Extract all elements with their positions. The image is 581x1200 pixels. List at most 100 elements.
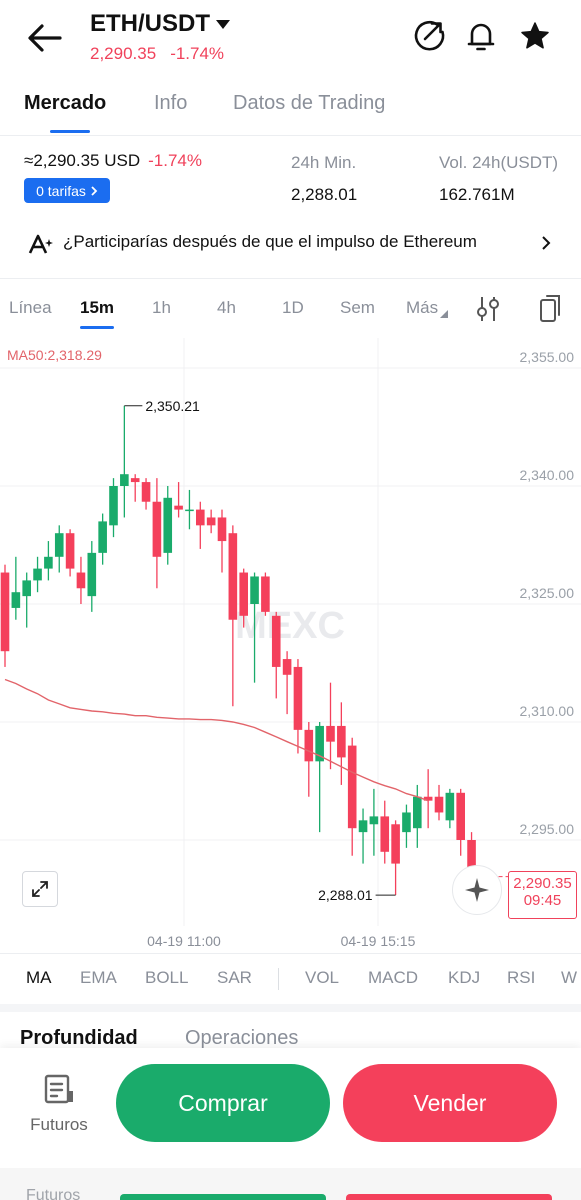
- indicator-kdj[interactable]: KDJ: [448, 968, 480, 988]
- sparkle-icon: [465, 878, 489, 902]
- indicator-boll[interactable]: BOLL: [145, 968, 188, 988]
- buy-button-ghost: [120, 1194, 326, 1200]
- futures-label: Futuros: [30, 1115, 88, 1134]
- watermark-text: MEXC: [235, 605, 345, 647]
- sliders-icon: [477, 297, 499, 321]
- interval-mas[interactable]: Más: [406, 298, 449, 318]
- candle-body: [22, 580, 31, 597]
- interval-4h[interactable]: 4h: [217, 298, 236, 318]
- price-chart[interactable]: MEXC 2,355.00 2,340.00 2,325.00 2,310.00 2,29…: [0, 338, 581, 953]
- buy-button[interactable]: Comprar: [116, 1064, 330, 1142]
- candle-body: [456, 792, 465, 840]
- candle-body: [109, 486, 118, 526]
- volume-label: Vol. 24h(USDT): [439, 153, 559, 172]
- divider: [278, 968, 279, 990]
- tab-operaciones[interactable]: Operaciones: [185, 1027, 298, 1050]
- share-button[interactable]: [412, 18, 446, 52]
- fee-badge[interactable]: 0 tarifas: [24, 178, 110, 203]
- tab-datos-de-trading[interactable]: Datos de Trading: [233, 92, 385, 115]
- interval-1h[interactable]: 1h: [152, 298, 171, 318]
- last-price-value: 2,290.35: [513, 875, 572, 892]
- interval-1d[interactable]: 1D: [282, 298, 304, 318]
- arrow-left-icon: [28, 24, 62, 52]
- candle-body: [196, 509, 205, 526]
- candle-body: [380, 816, 390, 852]
- back-button[interactable]: [24, 20, 64, 56]
- candle-body: [293, 666, 303, 730]
- interval-sem[interactable]: Sem: [340, 298, 375, 318]
- y-axis-tick-label: 2,355.00: [520, 349, 575, 365]
- candle-body: [11, 592, 21, 608]
- low-label: 24h Min.: [291, 153, 357, 172]
- indicator-vol[interactable]: VOL: [305, 968, 339, 988]
- chevron-right-icon: [542, 236, 551, 250]
- indicator-rsi[interactable]: RSI: [507, 968, 535, 988]
- candle-body: [445, 792, 455, 821]
- expand-chart-button[interactable]: [22, 871, 58, 907]
- tab-profundidad[interactable]: Profundidad: [20, 1027, 138, 1050]
- indicator-ema[interactable]: EMA: [80, 968, 117, 988]
- pair-selector[interactable]: ETH/USDT: [90, 10, 230, 38]
- indicator-settings-button[interactable]: [475, 295, 501, 323]
- candle-body: [44, 556, 53, 569]
- candle-body: [152, 501, 162, 557]
- candle-body: [54, 533, 64, 557]
- ma50-line: [4, 678, 429, 802]
- candle-body: [163, 497, 173, 553]
- chevron-right-icon: [91, 185, 98, 196]
- alerts-button[interactable]: [466, 19, 496, 53]
- divider: [0, 135, 581, 136]
- candle-body: [87, 552, 97, 597]
- interval-mas-label: Más: [406, 298, 439, 317]
- futures-label-ghost: Futuros: [26, 1187, 81, 1200]
- candle-body: [337, 725, 346, 758]
- candle-body: [98, 521, 107, 553]
- x-axis-tick-label: 04-19 15:15: [341, 933, 416, 949]
- indicator-w[interactable]: W: [561, 968, 577, 988]
- indicator-macd[interactable]: MACD: [368, 968, 418, 988]
- caret-down-icon: [216, 19, 230, 29]
- interval-linea[interactable]: Línea: [9, 298, 52, 318]
- favorite-button[interactable]: [519, 20, 551, 52]
- rotate-screen-button[interactable]: [538, 294, 562, 324]
- candle-body: [271, 615, 281, 667]
- tab-mercado[interactable]: Mercado: [24, 92, 106, 115]
- candle-body: [402, 812, 411, 833]
- news-banner[interactable]: ¿Participarías después de que el impulso…: [0, 216, 581, 270]
- sell-button[interactable]: Vender: [343, 1064, 557, 1142]
- candle-body: [185, 509, 194, 512]
- ai-assistant-button[interactable]: [452, 865, 502, 915]
- candle-body: [391, 824, 400, 864]
- approx-change: -1.74%: [148, 151, 202, 170]
- low-value: 2,288.01: [291, 185, 358, 204]
- divider: [0, 278, 581, 279]
- divider: [0, 953, 581, 954]
- fee-label: 0 tarifas: [36, 182, 86, 199]
- candle-body: [326, 725, 335, 742]
- candle-body: [141, 482, 151, 502]
- candle-body: [261, 576, 270, 612]
- ai-logo-icon: [28, 234, 53, 254]
- star-icon: [521, 22, 549, 49]
- futures-document-icon: [44, 1074, 73, 1104]
- candle-body: [76, 572, 86, 589]
- expand-icon: [32, 881, 48, 897]
- news-text: ¿Participarías después de que el impulso…: [63, 232, 477, 251]
- candle-body: [174, 505, 183, 510]
- corner-triangle-icon: [440, 310, 449, 318]
- candle-body: [120, 474, 129, 486]
- futures-button[interactable]: Futuros: [24, 1074, 94, 1138]
- tab-info[interactable]: Info: [154, 92, 187, 115]
- candle-body: [347, 745, 357, 829]
- last-price-tag: 2,290.35 09:45: [508, 871, 577, 919]
- candle-body: [304, 729, 314, 762]
- indicator-sar[interactable]: SAR: [217, 968, 252, 988]
- candle-body: [0, 572, 10, 652]
- candle-body: [434, 796, 444, 813]
- header-change: -1.74%: [170, 44, 225, 63]
- candle-body: [130, 478, 140, 483]
- share-arrow-icon: [414, 20, 445, 51]
- indicator-ma[interactable]: MA: [26, 968, 52, 988]
- interval-15m[interactable]: 15m: [80, 298, 114, 318]
- candle-body: [228, 533, 238, 620]
